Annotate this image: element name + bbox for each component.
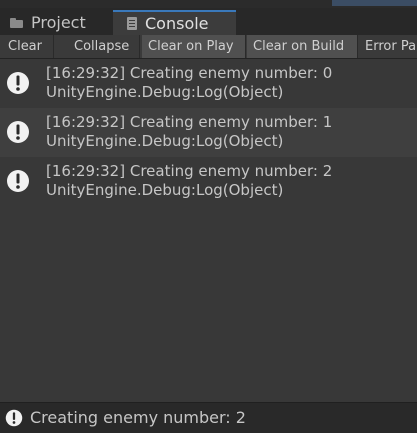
folder-icon	[10, 17, 23, 28]
editor-top-strip	[0, 0, 417, 8]
clear-button[interactable]: Clear	[2, 35, 54, 58]
clear-on-build-toggle[interactable]: Clear on Build	[247, 35, 358, 58]
log-entry[interactable]: [16:29:32] Creating enemy number: 0 Unit…	[0, 59, 417, 108]
tab-console-label: Console	[145, 14, 209, 33]
log-entry[interactable]: [16:29:32] Creating enemy number: 2 Unit…	[0, 157, 417, 206]
clear-on-play-toggle[interactable]: Clear on Play	[142, 35, 246, 58]
tab-console[interactable]: Console	[113, 10, 236, 35]
status-bar[interactable]: Creating enemy number: 2	[0, 402, 417, 433]
scene-view-edge	[332, 0, 417, 6]
collapse-toggle[interactable]: Collapse	[68, 35, 140, 58]
log-entry[interactable]: [16:29:32] Creating enemy number: 1 Unit…	[0, 108, 417, 157]
status-message: Creating enemy number: 2	[30, 408, 246, 427]
log-list[interactable]: [16:29:32] Creating enemy number: 0 Unit…	[0, 59, 417, 402]
tab-bar: Project Console	[0, 8, 417, 35]
log-trace: UnityEngine.Debug:Log(Object)	[46, 83, 284, 101]
console-window: Project Console Clear Collapse Clear on …	[0, 0, 417, 433]
log-trace: UnityEngine.Debug:Log(Object)	[46, 132, 284, 150]
error-pause-toggle[interactable]: Error Pause	[359, 35, 417, 58]
log-trace: UnityEngine.Debug:Log(Object)	[46, 181, 284, 199]
log-message: [16:29:32] Creating enemy number: 1	[46, 113, 333, 131]
info-icon	[7, 72, 29, 94]
info-icon	[7, 170, 29, 192]
info-icon	[5, 409, 23, 427]
info-icon	[7, 121, 29, 143]
log-message: [16:29:32] Creating enemy number: 2	[46, 162, 333, 180]
console-toolbar: Clear Collapse Clear on Play Clear on Bu…	[0, 35, 417, 59]
tab-project-label: Project	[31, 13, 86, 32]
log-message: [16:29:32] Creating enemy number: 0	[46, 64, 333, 82]
console-icon	[127, 17, 137, 30]
tab-project[interactable]: Project	[0, 10, 110, 35]
